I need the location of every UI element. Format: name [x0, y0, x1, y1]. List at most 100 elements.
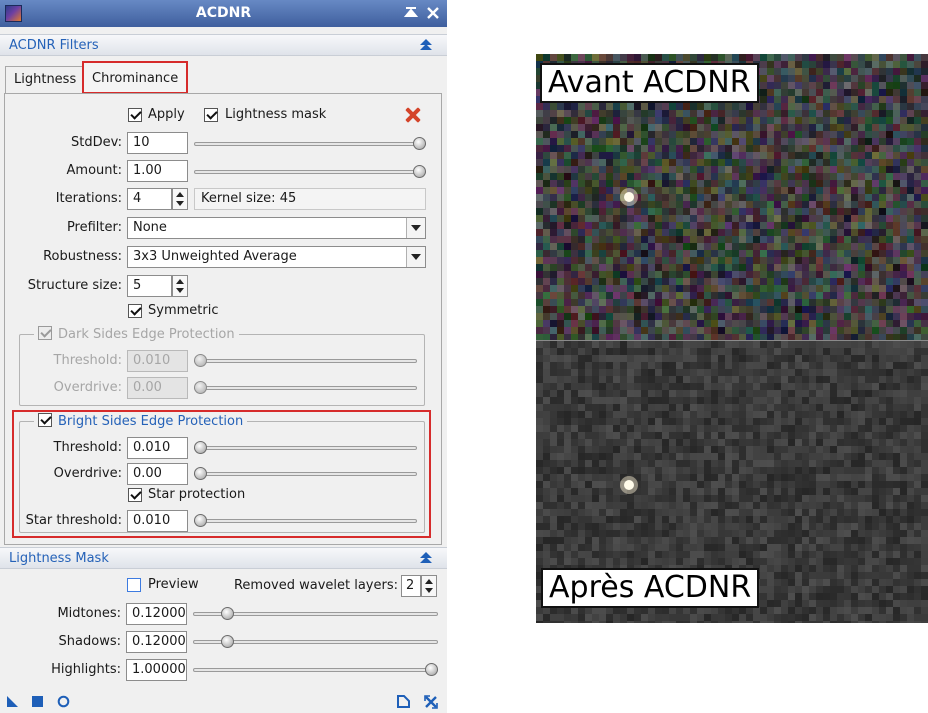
midtones-slider[interactable]	[193, 607, 438, 621]
dark-sides-title: Dark Sides Edge Protection	[58, 327, 235, 342]
apply-label: Apply	[148, 107, 185, 122]
star-threshold-input[interactable]: 0.010	[127, 510, 188, 532]
star-protection-checkbox[interactable]	[128, 488, 142, 502]
midtones-label: Midtones:	[57, 606, 121, 621]
preview-label: Preview	[148, 577, 199, 592]
lightness-mask-checkbox[interactable]	[204, 108, 218, 122]
bright-overdrive-slider[interactable]	[194, 467, 417, 481]
star-threshold-slider[interactable]	[194, 514, 417, 528]
apply-square-icon[interactable]	[31, 695, 44, 708]
slider-knob[interactable]	[220, 607, 234, 620]
dark-sides-title-wrap: Dark Sides Edge Protection	[34, 326, 239, 343]
amount-slider[interactable]	[194, 165, 426, 179]
after-label: Après ACDNR	[541, 568, 760, 608]
robustness-label: Robustness:	[43, 249, 122, 264]
midtones-input[interactable]: 0.12000	[126, 603, 187, 625]
filters-section-header[interactable]: ACDNR Filters	[0, 34, 447, 56]
highlights-input[interactable]: 1.00000	[126, 659, 187, 681]
preview-checkbox[interactable]	[127, 578, 141, 592]
slider-knob[interactable]	[413, 137, 426, 150]
title-bar[interactable]: ACDNR	[0, 0, 447, 27]
collapse-up-icon[interactable]	[419, 551, 433, 565]
bottom-toolbar	[0, 690, 447, 713]
iterations-spinner[interactable]	[172, 188, 188, 210]
slider-knob[interactable]	[194, 381, 207, 394]
bright-sides-title: Bright Sides Edge Protection	[58, 414, 244, 429]
removed-wavelet-layers-input[interactable]: 2	[401, 575, 421, 597]
slider-knob[interactable]	[194, 354, 207, 367]
collapse-up-icon[interactable]	[419, 38, 433, 52]
dark-overdrive-label: Overdrive:	[53, 380, 122, 395]
lightness-mask-section-header[interactable]: Lightness Mask	[0, 547, 447, 569]
tab-chrominance[interactable]: Chrominance	[81, 61, 189, 94]
amount-input[interactable]: 1.00	[127, 160, 188, 182]
close-window-icon[interactable]	[424, 4, 442, 22]
new-instance-triangle-icon[interactable]	[6, 695, 19, 708]
bright-sides-checkbox[interactable]	[38, 413, 52, 427]
slider-knob[interactable]	[413, 165, 426, 178]
reset-x-icon[interactable]	[405, 107, 421, 123]
shade-window-icon[interactable]	[402, 4, 420, 22]
apply-global-circle-icon[interactable]	[57, 695, 70, 708]
before-label: Avant ACDNR	[540, 63, 759, 103]
preview-document-icon[interactable]	[397, 695, 410, 708]
tab-lightness[interactable]: Lightness	[5, 66, 86, 93]
shadows-label: Shadows:	[58, 634, 121, 649]
bright-overdrive-input[interactable]: 0.00	[127, 463, 188, 485]
dark-threshold-input[interactable]: 0.010	[127, 350, 188, 372]
slider-track	[194, 472, 417, 476]
reset-icon[interactable]	[424, 695, 438, 709]
lightness-mask-label: Lightness mask	[225, 107, 327, 122]
shadows-slider[interactable]	[193, 635, 438, 649]
bright-threshold-slider[interactable]	[194, 441, 417, 455]
bright-overdrive-label: Overdrive:	[53, 466, 122, 481]
iterations-input[interactable]: 4	[127, 188, 172, 210]
symmetric-label: Symmetric	[148, 303, 219, 318]
structure-size-label: Structure size:	[27, 278, 122, 293]
stddev-input[interactable]: 10	[127, 132, 188, 154]
removed-wavelet-layers-label: Removed wavelet layers:	[233, 578, 398, 593]
star-after	[624, 480, 634, 490]
slider-knob[interactable]	[220, 635, 234, 648]
apply-checkbox[interactable]	[128, 108, 142, 122]
stddev-slider[interactable]	[194, 137, 426, 151]
removed-wavelet-layers-spinner[interactable]	[421, 575, 437, 597]
slider-track	[194, 170, 426, 174]
highlights-slider[interactable]	[193, 663, 438, 677]
dark-sides-checkbox[interactable]	[38, 326, 52, 340]
slider-knob[interactable]	[194, 514, 207, 527]
dark-threshold-slider[interactable]	[194, 354, 417, 368]
slider-knob[interactable]	[194, 467, 207, 480]
dark-overdrive-input[interactable]: 0.00	[127, 377, 188, 399]
kernel-size-readout: Kernel size: 45	[194, 188, 426, 210]
slider-track	[193, 668, 438, 672]
before-after-comparison: Avant ACDNR Après ACDNR	[536, 54, 928, 623]
window-title: ACDNR	[195, 5, 252, 21]
slider-knob[interactable]	[425, 663, 438, 676]
bright-sides-title-wrap: Bright Sides Edge Protection	[34, 413, 248, 430]
slider-knob[interactable]	[194, 441, 207, 454]
split-line	[536, 340, 928, 341]
acdnr-dialog: ACDNR ACDNR Filters Lightness Chrominanc…	[0, 0, 447, 713]
prefilter-select[interactable]: None	[127, 217, 426, 239]
bright-threshold-input[interactable]: 0.010	[127, 437, 188, 459]
structure-size-input[interactable]: 5	[127, 275, 172, 297]
chevron-down-icon[interactable]	[406, 247, 425, 267]
structure-size-spinner[interactable]	[172, 275, 188, 297]
shadows-input[interactable]: 0.12000	[126, 631, 187, 653]
robustness-value: 3x3 Unweighted Average	[133, 249, 297, 264]
dark-overdrive-slider[interactable]	[194, 381, 417, 395]
slider-track	[194, 446, 417, 450]
symmetric-checkbox[interactable]	[128, 304, 142, 318]
slider-track	[194, 142, 426, 146]
robustness-select[interactable]: 3x3 Unweighted Average	[127, 246, 426, 268]
lightness-mask-section-title: Lightness Mask	[9, 551, 109, 566]
iterations-label: Iterations:	[55, 191, 122, 206]
noise-image	[536, 54, 928, 623]
amount-label: Amount:	[66, 163, 122, 178]
chevron-down-icon[interactable]	[406, 218, 425, 238]
star-protection-label: Star protection	[148, 487, 246, 502]
star-before	[624, 192, 634, 202]
filters-section-title: ACDNR Filters	[9, 38, 99, 53]
slider-track	[194, 386, 417, 390]
